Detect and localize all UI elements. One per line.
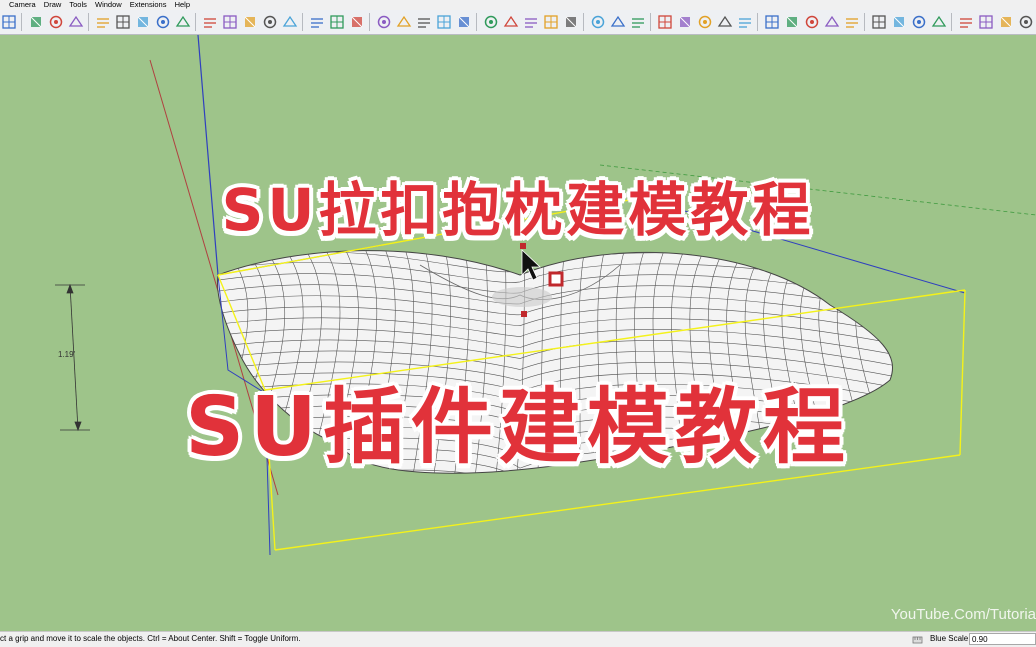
menu-help[interactable]: Help [175, 0, 190, 10]
menu-extensions[interactable]: Extensions [130, 0, 167, 10]
hidden-line-icon[interactable] [222, 14, 238, 30]
scale-grip-active[interactable] [548, 271, 564, 287]
menu-draw[interactable]: Draw [44, 0, 62, 10]
rotate-icon[interactable] [563, 14, 579, 30]
section-cut-icon[interactable] [135, 14, 151, 30]
watermark: YouTube.Com/Tutoria [890, 606, 1036, 623]
model-viewport[interactable]: SU拉扣抱枕建模教程 SU插件建模教程 1.19' YouTube.Com/Tu… [0, 35, 1036, 631]
protractor-icon[interactable] [697, 14, 713, 30]
shaded-icon[interactable] [242, 14, 258, 30]
section-plane-icon[interactable] [95, 14, 111, 30]
shaded-texture-icon[interactable] [262, 14, 278, 30]
components-icon[interactable] [309, 14, 325, 30]
menu-bar: Camera Draw Tools Window Extensions Help [0, 0, 1036, 10]
toolbar-separator [369, 13, 370, 31]
position-camera-icon[interactable] [891, 14, 907, 30]
monochrome-icon[interactable] [282, 14, 298, 30]
status-bar: ct a grip and move it to scale the objec… [0, 631, 1036, 647]
menu-camera[interactable]: Camera [9, 0, 36, 10]
iso-view-icon[interactable] [68, 14, 84, 30]
toolbar-separator [302, 13, 303, 31]
styles-icon[interactable] [416, 14, 432, 30]
look-around-icon[interactable] [871, 14, 887, 30]
toolbar-separator [88, 13, 89, 31]
axes-icon[interactable] [737, 14, 753, 30]
match-photo-icon[interactable] [329, 14, 345, 30]
toolbar-separator [583, 13, 584, 31]
toolbar-separator [21, 13, 22, 31]
warehouse-icon[interactable] [349, 14, 365, 30]
solid-subtract-icon[interactable] [396, 14, 412, 30]
vcb-label: Blue Scale [930, 634, 969, 643]
title-banner-top: SU拉扣抱枕建模教程 [221, 176, 815, 244]
front-view-icon[interactable] [48, 14, 64, 30]
back-edges-icon[interactable] [175, 14, 191, 30]
play-icon[interactable] [998, 14, 1014, 30]
menu-window[interactable]: Window [95, 0, 122, 10]
eraser-icon[interactable] [503, 14, 519, 30]
x-ray-icon[interactable] [155, 14, 171, 30]
move-icon[interactable] [543, 14, 559, 30]
add-location-icon[interactable] [958, 14, 974, 30]
toolbar-separator [650, 13, 651, 31]
toolbar-separator [864, 13, 865, 31]
push-pull-icon[interactable] [523, 14, 539, 30]
title-banner-bottom: SU插件建模教程 [185, 380, 851, 475]
pan-icon[interactable] [784, 14, 800, 30]
terrain-icon[interactable] [978, 14, 994, 30]
wireframe-icon[interactable] [202, 14, 218, 30]
next-view-icon[interactable] [931, 14, 947, 30]
toolbar-separator [195, 13, 196, 31]
toolbar-separator [951, 13, 952, 31]
solid-union-icon[interactable] [376, 14, 392, 30]
zoom-icon[interactable] [804, 14, 820, 30]
scenes-icon[interactable] [456, 14, 472, 30]
toolbar-separator [476, 13, 477, 31]
paint-icon[interactable] [483, 14, 499, 30]
previous-view-icon[interactable] [911, 14, 927, 30]
toolbar-separator [757, 13, 758, 31]
scene-drawing [55, 35, 1036, 556]
dimension-icon[interactable] [677, 14, 693, 30]
scale-icon[interactable] [590, 14, 606, 30]
dimension-label: 1.19' [58, 350, 76, 359]
measurements-input[interactable] [969, 633, 1036, 645]
follow-me-icon[interactable] [610, 14, 626, 30]
offset-icon[interactable] [630, 14, 646, 30]
layers-icon[interactable] [436, 14, 452, 30]
top-view-icon[interactable] [28, 14, 44, 30]
zoom-extents-icon[interactable] [824, 14, 840, 30]
measurements-icon[interactable] [912, 634, 923, 645]
stop-icon[interactable] [1018, 14, 1034, 30]
status-message: ct a grip and move it to scale the objec… [0, 634, 301, 643]
walk-icon[interactable] [844, 14, 860, 30]
select-icon[interactable] [1, 14, 17, 30]
menu-tools[interactable]: Tools [69, 0, 87, 10]
tape-icon[interactable] [657, 14, 673, 30]
orbit-icon[interactable] [764, 14, 780, 30]
text-icon[interactable] [717, 14, 733, 30]
section-fill-icon[interactable] [115, 14, 131, 30]
scale-grip-mid[interactable] [521, 311, 527, 317]
toolbar [0, 10, 1036, 35]
